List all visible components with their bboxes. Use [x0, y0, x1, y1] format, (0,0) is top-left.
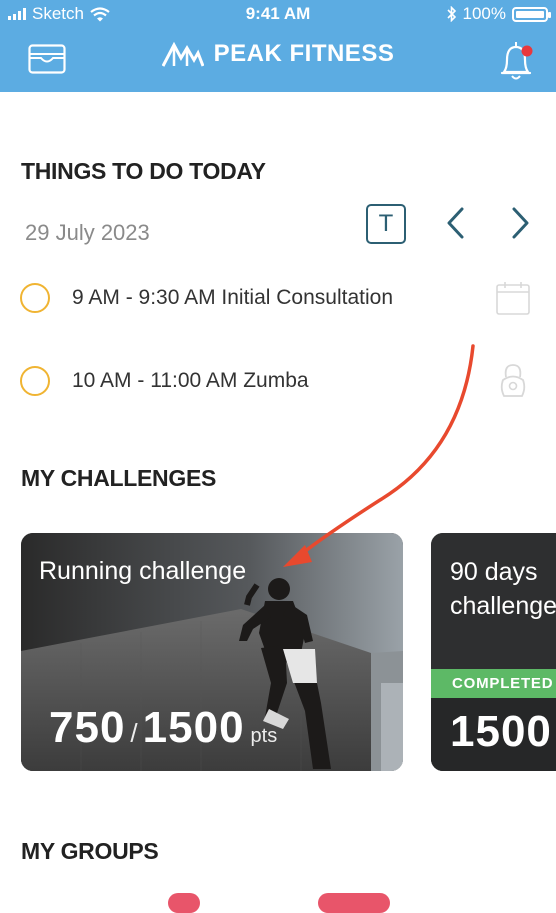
challenge-target: 1500 [142, 703, 245, 752]
score-separator: / [130, 718, 138, 748]
challenge-title: Running challenge [39, 557, 247, 585]
section-title-today: THINGS TO DO TODAY [21, 158, 266, 184]
bell-icon[interactable] [498, 40, 538, 82]
status-bar: Sketch 9:41 AM 100% [0, 0, 556, 28]
todo-item[interactable]: 10 AM - 11:00 AM Zumba [20, 364, 309, 398]
battery-percent: 100% [462, 4, 506, 23]
challenge-score: 1500 [450, 707, 552, 757]
group-avatar[interactable] [318, 893, 390, 913]
brand-name: PEAK FITNESS [213, 40, 395, 67]
kettlebell-icon [500, 364, 526, 397]
challenge-score: 750 / 1500 pts [49, 703, 277, 753]
battery-icon [512, 6, 551, 22]
peak-logo-icon [161, 41, 204, 67]
challenge-card[interactable]: Running challenge 750 / 1500 pts [21, 533, 403, 771]
challenge-card[interactable]: 90 days challenge COMPLETED 1500 [431, 533, 556, 771]
todo-item[interactable]: 9 AM - 9:30 AM Initial Consultation [20, 281, 393, 315]
section-title-groups: MY GROUPS [21, 838, 159, 864]
date-label: 29 July 2023 [25, 220, 150, 245]
bluetooth-icon [446, 6, 456, 22]
calendar-icon [496, 282, 530, 315]
group-avatar[interactable] [168, 893, 200, 913]
todo-label: 10 AM - 11:00 AM Zumba [72, 369, 309, 392]
top-bar: Sketch 9:41 AM 100% PEAK FITNESS [0, 0, 556, 92]
chevron-left-icon[interactable] [444, 206, 466, 240]
challenge-unit: pts [250, 725, 278, 747]
brand: PEAK FITNESS [0, 40, 556, 68]
todo-checkbox[interactable] [20, 283, 50, 313]
chevron-right-icon[interactable] [510, 206, 532, 240]
completed-badge: COMPLETED [431, 669, 556, 698]
challenge-progress: 1500 [450, 707, 552, 756]
todo-checkbox[interactable] [20, 366, 50, 396]
todo-label: 9 AM - 9:30 AM Initial Consultation [72, 286, 393, 309]
section-title-challenges: MY CHALLENGES [21, 465, 217, 491]
challenge-title: 90 days challenge [450, 558, 556, 620]
challenge-progress: 750 [49, 703, 126, 752]
today-button[interactable]: T [366, 204, 406, 244]
